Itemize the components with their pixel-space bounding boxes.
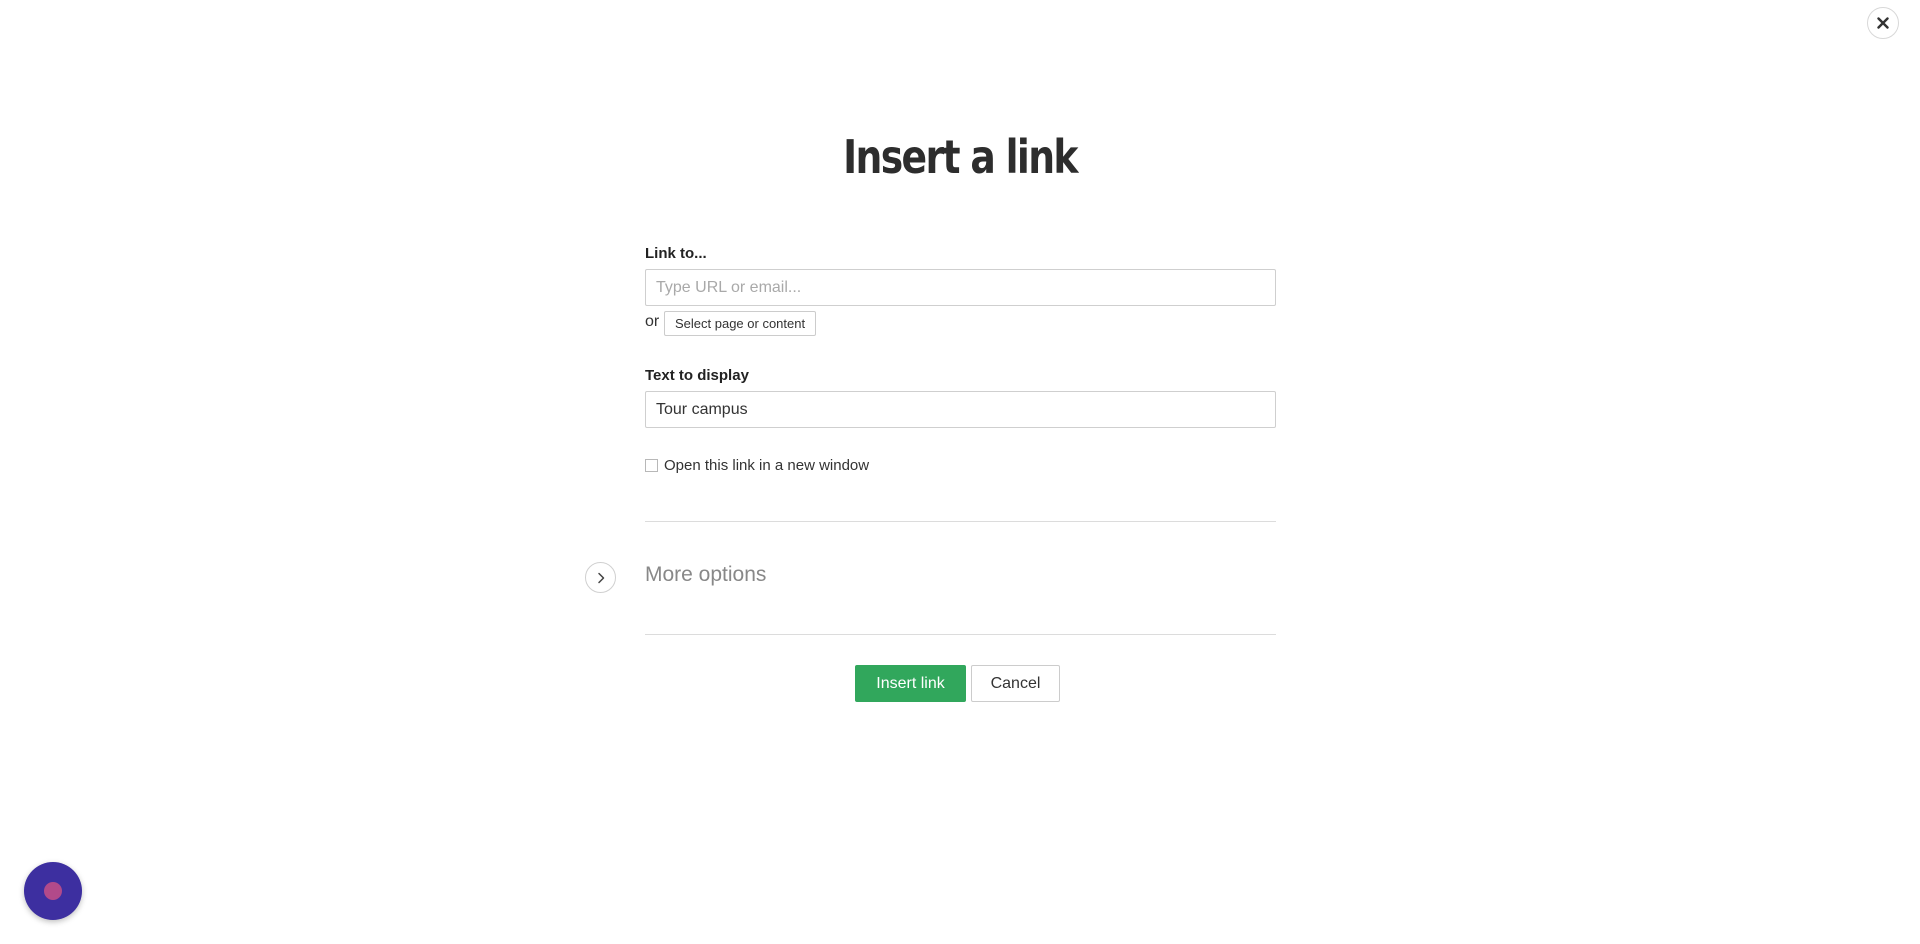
new-window-label: Open this link in a new window — [664, 457, 870, 474]
new-window-option[interactable]: Open this link in a new window — [645, 457, 869, 474]
insert-link-dialog: Insert a link Link to... or Select page … — [0, 0, 1920, 944]
chevron-right-icon — [597, 572, 604, 583]
more-options-label[interactable]: More options — [645, 563, 766, 587]
link-to-label: Link to... — [645, 245, 707, 262]
chat-widget-button[interactable] — [24, 862, 82, 920]
link-url-input[interactable] — [645, 269, 1276, 306]
cancel-button[interactable]: Cancel — [971, 665, 1060, 702]
more-options-toggle[interactable] — [585, 562, 616, 593]
close-icon — [1877, 17, 1889, 29]
divider-bottom — [645, 634, 1276, 635]
display-text-input[interactable] — [645, 391, 1276, 428]
new-window-checkbox[interactable] — [645, 459, 658, 472]
dialog-title: Insert a link — [843, 130, 1078, 184]
text-to-display-label: Text to display — [645, 367, 749, 384]
or-text: or — [645, 313, 660, 330]
select-page-button[interactable]: Select page or content — [664, 311, 817, 336]
insert-link-button[interactable]: Insert link — [855, 665, 966, 702]
divider-top — [645, 521, 1276, 522]
chat-widget-icon — [44, 882, 62, 900]
close-button[interactable] — [1867, 7, 1899, 39]
